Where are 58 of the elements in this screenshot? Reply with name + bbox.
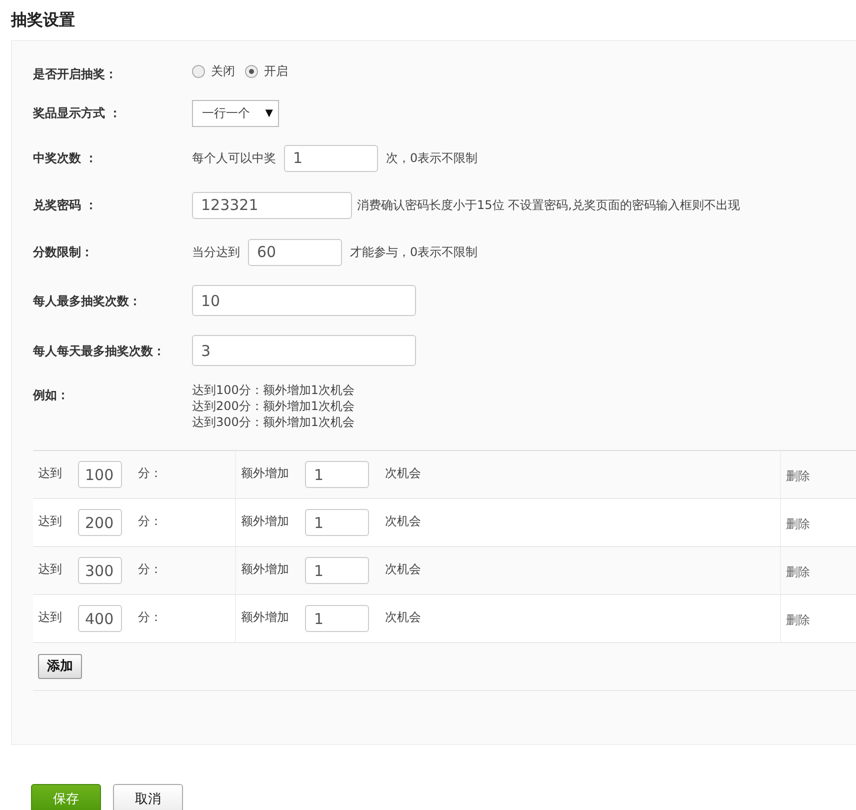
field-text: 次机会 bbox=[385, 464, 421, 482]
field-text: 达到100分：额外增加1次机会 bbox=[192, 382, 355, 398]
add-button[interactable]: 添加 bbox=[38, 654, 82, 679]
field-text: 达到 bbox=[38, 560, 62, 578]
input-field[interactable]: 400 bbox=[78, 605, 122, 632]
delete-link[interactable]: 删除 bbox=[786, 517, 810, 531]
field-text: 消费确认密码长度小于15位 不设置密码,兑奖页面的密码输入框则不出现 bbox=[357, 197, 740, 214]
field-text: 达到 bbox=[38, 608, 62, 626]
input-field[interactable]: 60 bbox=[248, 238, 342, 266]
field-text: 次，0表示不限制 bbox=[386, 150, 478, 167]
input-field[interactable]: 3 bbox=[192, 335, 416, 366]
input-field[interactable]: 123321 bbox=[192, 192, 352, 218]
cancel-button[interactable]: 取消 bbox=[113, 784, 183, 810]
input-field[interactable]: 1 bbox=[305, 557, 369, 584]
field-text: 关闭 bbox=[211, 63, 235, 80]
field-text: 次机会 bbox=[385, 560, 421, 578]
delete-link[interactable]: 删除 bbox=[786, 613, 810, 627]
field-text: 分： bbox=[138, 608, 162, 626]
field-text: 才能参与，0表示不限制 bbox=[350, 244, 478, 261]
field-text: 每个人可以中奖 bbox=[192, 150, 276, 167]
field-label: 中奖次数 ： bbox=[33, 151, 98, 165]
input-field[interactable]: 300 bbox=[78, 557, 122, 584]
dropdown[interactable]: 一行一个 ▼ bbox=[192, 100, 279, 126]
field-text: 分： bbox=[138, 560, 162, 578]
input-field[interactable]: 1 bbox=[305, 461, 369, 488]
field-label: 每人每天最多抽奖次数： bbox=[33, 344, 165, 358]
input-field[interactable]: 1 bbox=[305, 605, 369, 632]
field-text: 开启 bbox=[264, 63, 288, 80]
page-title: 抽奖设置 bbox=[11, 9, 75, 31]
field-text: 达到300分：额外增加1次机会 bbox=[192, 414, 355, 430]
field-text: 额外增加 bbox=[241, 464, 289, 482]
field-text: 次机会 bbox=[385, 608, 421, 626]
field-text: 额外增加 bbox=[241, 560, 289, 578]
field-text: 次机会 bbox=[385, 512, 421, 530]
field-label: 分数限制： bbox=[33, 245, 93, 259]
field-text: 达到 bbox=[38, 512, 62, 530]
input-field[interactable]: 200 bbox=[78, 509, 122, 536]
field-label: 每人最多抽奖次数： bbox=[33, 294, 141, 308]
field-text: 分： bbox=[138, 464, 162, 482]
field-text: 额外增加 bbox=[241, 608, 289, 626]
delete-link[interactable]: 删除 bbox=[786, 565, 810, 579]
field-label: 奖品显示方式 ： bbox=[33, 106, 122, 120]
field-text: 额外增加 bbox=[241, 512, 289, 530]
field-text: 分： bbox=[138, 512, 162, 530]
radio-button[interactable] bbox=[245, 64, 258, 78]
field-label: 例如： bbox=[33, 388, 69, 402]
delete-link[interactable]: 删除 bbox=[786, 469, 810, 483]
input-field[interactable]: 1 bbox=[305, 509, 369, 536]
field-text: 达到200分：额外增加1次机会 bbox=[192, 398, 355, 414]
input-field[interactable]: 1 bbox=[284, 144, 378, 172]
input-field[interactable]: 100 bbox=[78, 461, 122, 488]
field-text: 当分达到 bbox=[192, 244, 240, 261]
field-text: 达到 bbox=[38, 464, 62, 482]
field-label: 是否开启抽奖： bbox=[33, 67, 117, 81]
field-label: 兑奖密码 ： bbox=[33, 198, 98, 212]
input-field[interactable]: 10 bbox=[192, 285, 416, 316]
radio-button[interactable] bbox=[192, 64, 205, 78]
caret-icon: ▼ bbox=[265, 106, 273, 120]
